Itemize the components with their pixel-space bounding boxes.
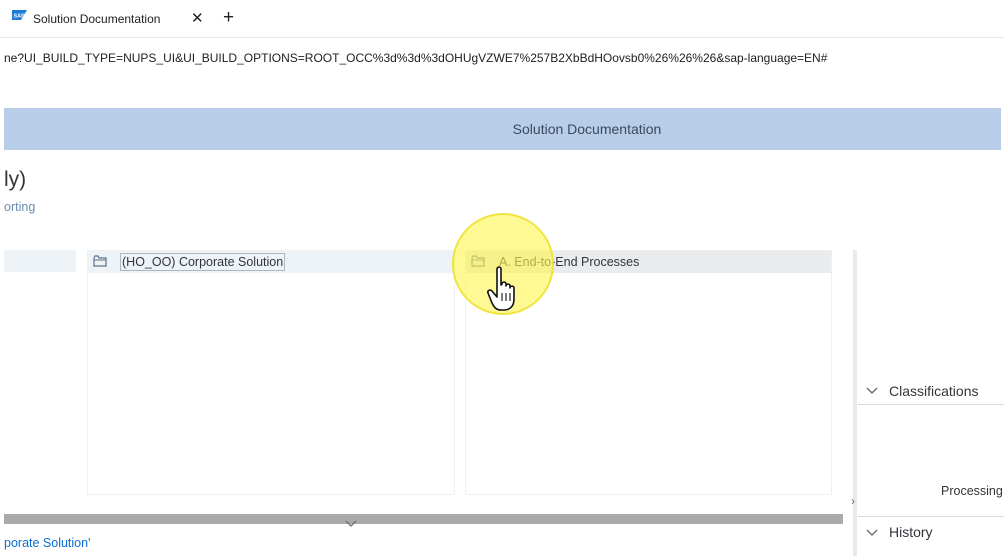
shell-title: Solution Documentation	[512, 121, 662, 137]
chevron-down-icon[interactable]	[865, 383, 879, 397]
chevron-down-icon[interactable]	[865, 525, 879, 539]
page-subtitle-link[interactable]: orting	[4, 200, 35, 214]
field-label-processing: Processing	[941, 484, 1003, 498]
address-bar-url[interactable]: ne?UI_BUILD_TYPE=NUPS_UI&UI_BUILD_OPTION…	[4, 51, 827, 65]
sap-logo-icon: SAP	[12, 10, 27, 20]
chevron-right-icon[interactable]: ›	[851, 494, 855, 508]
section-divider	[858, 404, 1004, 405]
column-solution: (HO_OO) Corporate Solution	[87, 250, 455, 495]
section-header-history[interactable]: History	[889, 524, 933, 540]
shell-bar: Solution Documentation	[4, 108, 1001, 150]
list-item-corporate-solution[interactable]: (HO_OO) Corporate Solution	[88, 251, 454, 273]
pane-splitter[interactable]	[853, 250, 857, 556]
tab-strip-divider	[0, 37, 1004, 38]
breadcrumb-link[interactable]: porate Solution'	[4, 536, 90, 550]
hand-pointer-icon	[487, 266, 515, 311]
column-previous-row[interactable]	[4, 250, 76, 272]
section-divider	[858, 516, 1004, 517]
new-tab-button[interactable]: +	[223, 7, 234, 29]
browser-tab-title: Solution Documentation	[33, 12, 161, 26]
chevron-down-icon[interactable]	[345, 520, 357, 528]
page-title: ly)	[4, 168, 27, 191]
list-item-label: (HO_OO) Corporate Solution	[120, 253, 286, 271]
svg-text:SAP: SAP	[14, 14, 26, 20]
folder-icon	[93, 255, 107, 267]
section-header-classifications[interactable]: Classifications	[889, 383, 978, 399]
details-panel	[858, 250, 1004, 560]
horizontal-scrollbar[interactable]	[4, 514, 843, 524]
close-icon[interactable]: ✕	[191, 9, 204, 27]
